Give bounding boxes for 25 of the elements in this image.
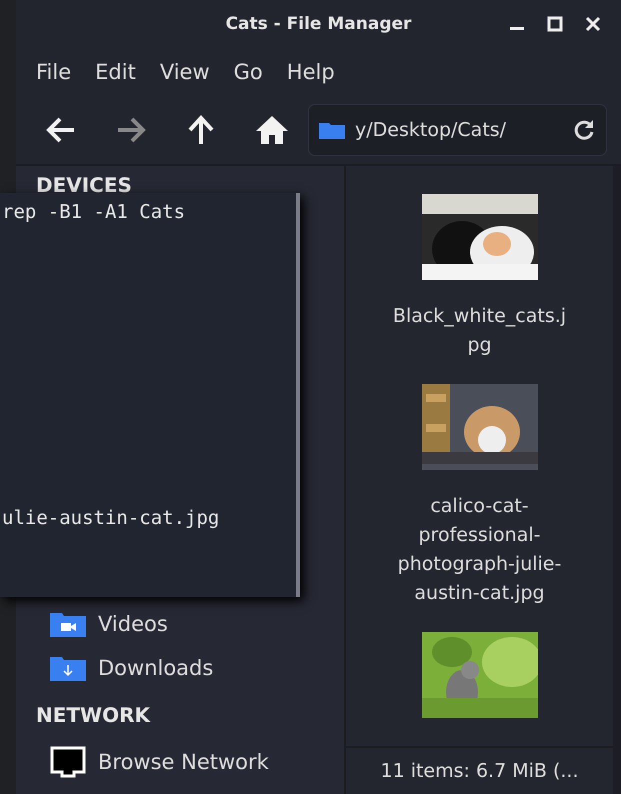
sidebar-item[interactable]: Browse Network [36,740,344,784]
sidebar-header: DEVICES [36,172,133,196]
file-name[interactable]: calico-cat- professional- photograph-julie- austin-cat.jpg [380,492,580,608]
sidebar-item[interactable]: Downloads [36,646,344,690]
menu-item[interactable]: Help [286,60,335,84]
video-folder-icon [50,611,86,637]
terminal-line: rep -B1 -A1 Cats [1,201,186,223]
sidebar-item[interactable]: Videos [36,602,344,646]
menu-item[interactable]: Edit [95,60,136,84]
file-name[interactable]: Black_white_cats.j pg [380,302,580,360]
sidebar-header: NETWORK [36,702,152,729]
folder-icon [319,121,345,139]
home-icon[interactable] [254,114,290,146]
close-icon[interactable] [585,16,601,32]
menu-item[interactable]: View [160,60,210,84]
status-text: 11 items: 6.7 MiB (... [380,760,578,782]
terminal-line: ulie-austin-cat.jpg [1,507,220,529]
menu-item[interactable]: Go [234,60,263,84]
menu-item[interactable]: File [36,60,72,84]
window-title: Cats - File Manager [226,14,412,34]
location-field[interactable]: y/Desktop/Cats/ [308,104,607,156]
download-folder-icon [50,655,86,681]
maximize-icon[interactable] [547,16,563,32]
refresh-icon[interactable] [572,118,596,142]
network-port-icon [50,746,86,778]
